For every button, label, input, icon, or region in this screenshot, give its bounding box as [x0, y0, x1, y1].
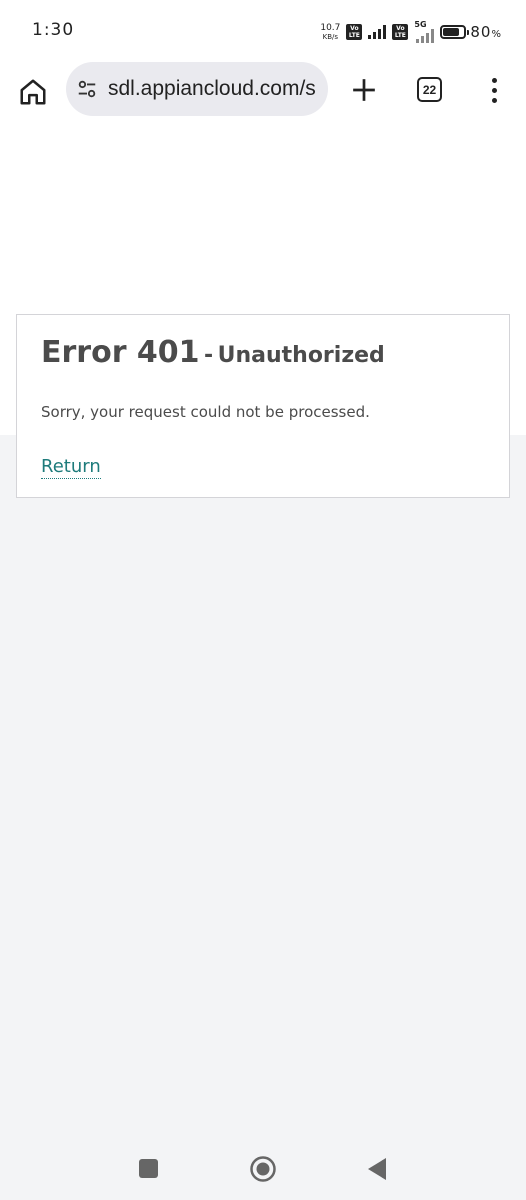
error-message: Sorry, your request could not be process… — [41, 403, 370, 421]
status-icons: 10.7 KB/s Vo LTE Vo LTE 5G 80% — [320, 20, 502, 44]
battery-icon — [440, 25, 470, 39]
tab-count: 22 — [422, 82, 437, 97]
battery-fill — [443, 28, 460, 36]
plus-icon — [353, 79, 375, 101]
volte-badge-sim1-bottom: LTE — [348, 32, 360, 39]
volte-badge-sim1-top: Vo — [350, 25, 359, 32]
error-code: Error 401 — [41, 335, 200, 370]
more-vert-icon[interactable] — [482, 72, 506, 108]
battery-percent: 80% — [470, 23, 502, 41]
tune-icon[interactable] — [76, 78, 98, 100]
volte-badge-sim2: Vo LTE — [392, 24, 409, 40]
volte-badge-sim2-bottom: LTE — [394, 32, 406, 39]
tab-switcher-button[interactable]: 22 — [417, 77, 442, 102]
battery-percent-value: 80 — [470, 23, 492, 41]
network-speed-value: 10.7 — [320, 22, 341, 33]
network-speed-unit: KB/s — [322, 32, 339, 41]
status-time: 1:30 — [32, 20, 75, 40]
recents-icon[interactable] — [139, 1159, 158, 1178]
volte-badge-sim1: Vo LTE — [346, 24, 363, 40]
volte-badge-sim2-top: Vo — [396, 25, 405, 32]
error-heading: Error 401 - Unauthorized — [41, 335, 385, 370]
battery-indicator: 80% — [440, 23, 502, 41]
signal-5g-icon: 5G — [414, 20, 435, 43]
return-link[interactable]: Return — [41, 456, 101, 479]
url-text: sdl.appiancloud.com/s — [108, 77, 316, 100]
battery-percent-sign: % — [491, 29, 502, 40]
address-bar[interactable]: sdl.appiancloud.com/s — [66, 62, 328, 116]
home-button[interactable] — [14, 73, 52, 111]
browser-toolbar: sdl.appiancloud.com/s 22 — [0, 62, 526, 129]
home-icon — [20, 79, 46, 105]
status-bar: 1:30 10.7 KB/s Vo LTE Vo LTE 5G 80% — [0, 0, 526, 62]
error-card: Error 401 - Unauthorized Sorry, your req… — [16, 314, 510, 498]
error-title: Unauthorized — [217, 343, 385, 368]
back-icon[interactable] — [367, 1157, 387, 1181]
new-tab-button[interactable] — [346, 72, 382, 108]
system-nav-bar — [0, 1135, 526, 1200]
error-separator: - — [204, 343, 214, 368]
network-type: 5G — [414, 20, 427, 29]
home-icon[interactable] — [249, 1155, 277, 1183]
network-speed: 10.7 KB/s — [320, 22, 341, 41]
signal-sim1-icon — [368, 25, 387, 39]
